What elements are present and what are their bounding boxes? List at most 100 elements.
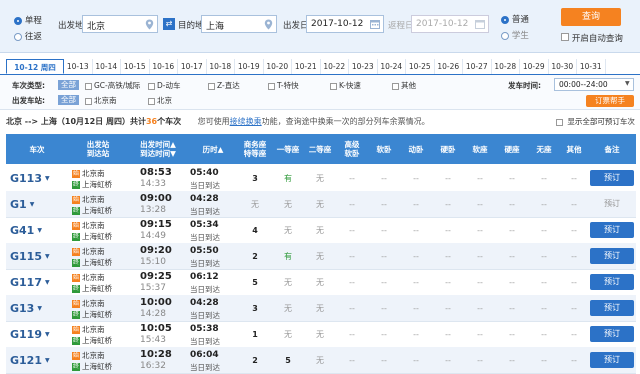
train-number-cell[interactable]: G121 ▼ bbox=[10, 347, 68, 373]
trip-round-option[interactable]: 往返 bbox=[14, 30, 42, 42]
show-all-toggle[interactable]: 显示全部可预订车次 bbox=[556, 116, 635, 127]
return-date-input[interactable]: 2017-10-12 bbox=[411, 15, 489, 33]
train-number[interactable]: G41 bbox=[10, 224, 34, 237]
book-button[interactable]: 预订 bbox=[590, 300, 634, 316]
column-header-dur[interactable]: 历时▲ bbox=[188, 134, 238, 164]
end-badge-icon: 终 bbox=[72, 233, 80, 241]
date-tab[interactable]: 10-16 bbox=[150, 59, 178, 74]
seat-other: -- bbox=[381, 355, 387, 365]
date-tab[interactable]: 10-26 bbox=[435, 59, 463, 74]
chevron-down-icon[interactable]: ▼ bbox=[45, 279, 50, 286]
book-button[interactable]: 预订 bbox=[590, 170, 634, 186]
book-button[interactable]: 预订 bbox=[590, 274, 634, 290]
train-number-cell[interactable]: G119 ▼ bbox=[10, 321, 68, 347]
chevron-down-icon[interactable]: ▼ bbox=[45, 253, 50, 260]
column-header-times[interactable]: 出发时间▲ 到达时间▼ bbox=[128, 134, 188, 164]
book-button[interactable]: 预订 bbox=[590, 248, 634, 264]
depart-time-select[interactable]: 00:00--24:00 ▼ bbox=[554, 78, 634, 91]
date-tab[interactable]: 10-13 bbox=[64, 59, 93, 74]
swap-icon[interactable]: ⇄ bbox=[163, 18, 175, 30]
date-tab[interactable]: 10-14 bbox=[93, 59, 121, 74]
seat-first: 无 bbox=[284, 199, 292, 209]
seat-first: 无 bbox=[284, 303, 292, 313]
auto-query-toggle[interactable]: 开启自动查询 bbox=[561, 32, 623, 44]
date-tab[interactable]: 10-19 bbox=[235, 59, 264, 74]
seat-other: -- bbox=[381, 329, 387, 339]
date-tab[interactable]: 10-31 bbox=[577, 59, 606, 74]
train-number[interactable]: G115 bbox=[10, 250, 42, 263]
type-t-option[interactable]: T-特快 bbox=[268, 80, 299, 91]
date-tab[interactable]: 10-15 bbox=[121, 59, 150, 74]
date-tab[interactable]: 10-21 bbox=[292, 59, 321, 74]
query-button[interactable]: 查询 bbox=[561, 8, 621, 26]
book-button[interactable]: 预订 bbox=[590, 352, 634, 368]
date-tab[interactable]: 10-22 bbox=[321, 59, 349, 74]
depart-date-input[interactable]: 2017-10-12 bbox=[306, 15, 384, 33]
train-number-cell[interactable]: G1 ▼ bbox=[10, 191, 68, 217]
train-number[interactable]: G121 bbox=[10, 354, 42, 367]
seat-first: 无 bbox=[284, 225, 292, 235]
from-station: 始北京南 bbox=[72, 169, 105, 178]
from-input[interactable]: 北京 bbox=[82, 15, 158, 33]
type-k-option[interactable]: K-快速 bbox=[330, 80, 361, 91]
train-number[interactable]: G113 bbox=[10, 172, 42, 185]
seat-other: -- bbox=[445, 329, 451, 339]
station-beijing-option[interactable]: 北京 bbox=[148, 95, 172, 106]
train-number[interactable]: G13 bbox=[10, 302, 34, 315]
to-input[interactable]: 上海 bbox=[201, 15, 277, 33]
seat-biz: 5 bbox=[252, 277, 258, 287]
train-number[interactable]: G119 bbox=[10, 328, 42, 341]
passenger-student-option[interactable]: 学生 bbox=[501, 29, 529, 41]
seat-other: -- bbox=[477, 303, 483, 313]
train-type-all[interactable]: 全部 bbox=[58, 80, 79, 90]
seat-other: -- bbox=[349, 173, 355, 183]
to-station: 终上海虹桥 bbox=[72, 336, 112, 345]
train-number[interactable]: G117 bbox=[10, 276, 42, 289]
column-header-hard-seat: 硬座 bbox=[504, 144, 520, 154]
seat-other: -- bbox=[477, 355, 483, 365]
date-tab[interactable]: 10-18 bbox=[207, 59, 235, 74]
transfer-link[interactable]: 接续换乘 bbox=[230, 117, 262, 126]
book-button[interactable]: 预订 bbox=[590, 326, 634, 342]
chevron-down-icon[interactable]: ▼ bbox=[45, 331, 50, 338]
train-number[interactable]: G1 bbox=[10, 198, 27, 211]
seat-other: -- bbox=[445, 173, 451, 183]
date-tab[interactable]: 10-24 bbox=[378, 59, 406, 74]
trip-one-way-option[interactable]: 单程 bbox=[14, 14, 42, 26]
seat-other: -- bbox=[413, 329, 419, 339]
seat-second: 无 bbox=[316, 199, 324, 209]
date-tab[interactable]: 10-12 周四 bbox=[6, 59, 64, 74]
station-all[interactable]: 全部 bbox=[58, 95, 79, 105]
date-tab[interactable]: 10-30 bbox=[549, 59, 577, 74]
train-number-cell[interactable]: G115 ▼ bbox=[10, 243, 68, 269]
chevron-down-icon[interactable]: ▼ bbox=[37, 227, 42, 234]
checkbox-icon bbox=[208, 82, 215, 90]
train-number-cell[interactable]: G117 ▼ bbox=[10, 269, 68, 295]
date-tab[interactable]: 10-17 bbox=[178, 59, 207, 74]
chevron-down-icon[interactable]: ▼ bbox=[37, 305, 42, 312]
type-d-option[interactable]: D-动车 bbox=[148, 80, 180, 91]
book-button[interactable]: 预订 bbox=[590, 222, 634, 238]
train-number-cell[interactable]: G41 ▼ bbox=[10, 217, 68, 243]
type-z-option[interactable]: Z-直达 bbox=[208, 80, 240, 91]
book-button[interactable]: 预订 bbox=[590, 196, 634, 212]
date-tab[interactable]: 10-28 bbox=[492, 59, 520, 74]
train-number-cell[interactable]: G113 ▼ bbox=[10, 165, 68, 191]
station-beijingnan-option[interactable]: 北京南 bbox=[85, 95, 117, 106]
train-number-cell[interactable]: G13 ▼ bbox=[10, 295, 68, 321]
chevron-down-icon[interactable]: ▼ bbox=[30, 201, 35, 208]
date-tab[interactable]: 10-20 bbox=[264, 59, 292, 74]
passenger-normal-option[interactable]: 普通 bbox=[501, 13, 529, 25]
radio-selected-icon bbox=[501, 15, 509, 24]
chevron-down-icon[interactable]: ▼ bbox=[45, 357, 50, 364]
seat-biz: 3 bbox=[252, 303, 258, 313]
date-tab[interactable]: 10-23 bbox=[349, 59, 378, 74]
date-tab[interactable]: 10-29 bbox=[520, 59, 549, 74]
date-tab[interactable]: 10-25 bbox=[406, 59, 435, 74]
type-gc-option[interactable]: GC-高铁/城际 bbox=[85, 80, 140, 91]
type-other-option[interactable]: 其他 bbox=[392, 80, 416, 91]
booking-helper-button[interactable]: 订票帮手 bbox=[586, 95, 634, 107]
date-tab[interactable]: 10-27 bbox=[463, 59, 492, 74]
chevron-down-icon[interactable]: ▼ bbox=[45, 175, 50, 182]
from-station: 始北京南 bbox=[72, 247, 105, 256]
